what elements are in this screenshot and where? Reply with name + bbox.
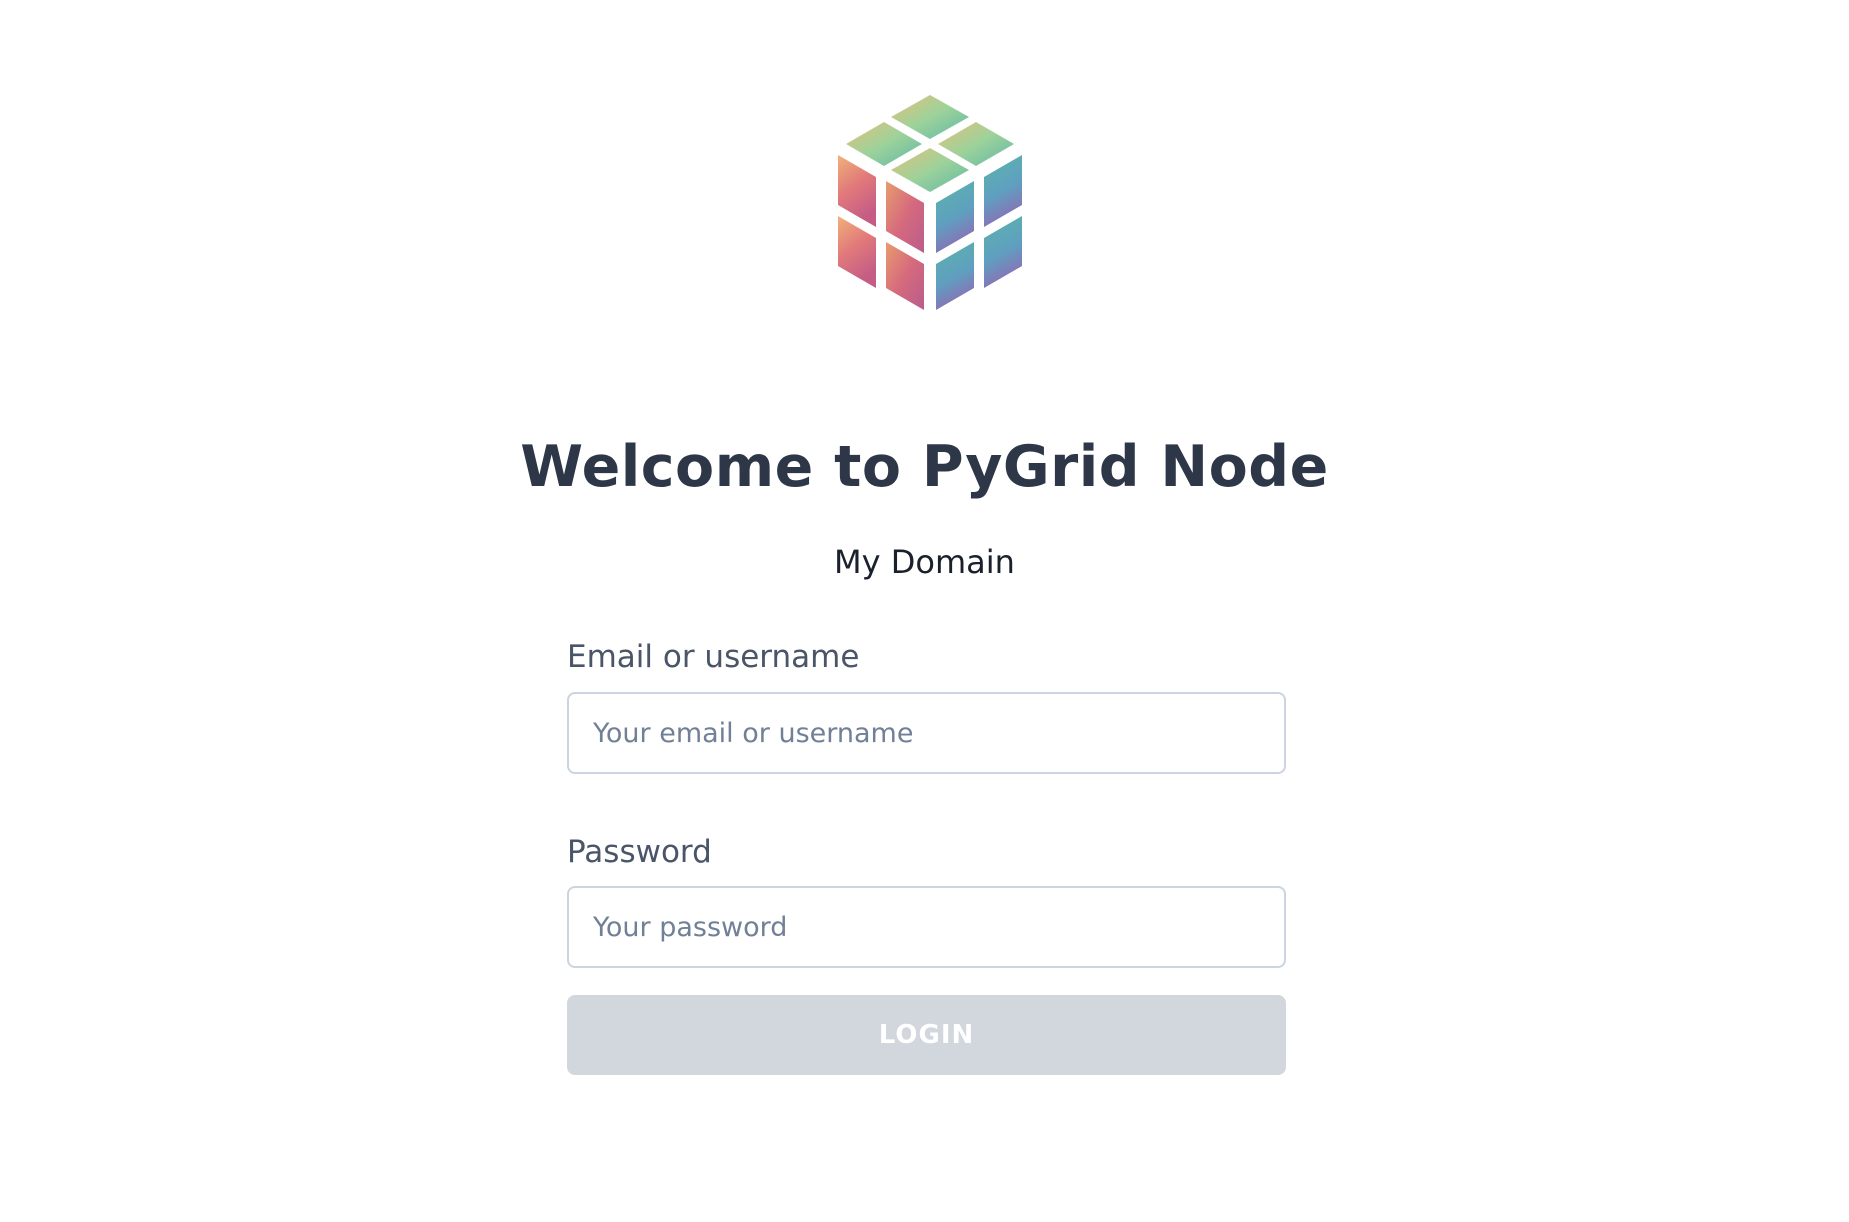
login-button[interactable]: LOGIN <box>567 995 1286 1075</box>
pygrid-cube-icon <box>838 95 1022 310</box>
email-label: Email or username <box>567 639 860 675</box>
password-input[interactable] <box>567 886 1286 968</box>
domain-name: My Domain <box>834 543 1015 581</box>
login-page: Welcome to PyGrid Node My Domain Email o… <box>0 0 1849 1222</box>
email-input[interactable] <box>567 692 1286 774</box>
password-label: Password <box>567 834 712 870</box>
page-title: Welcome to PyGrid Node <box>520 434 1329 500</box>
